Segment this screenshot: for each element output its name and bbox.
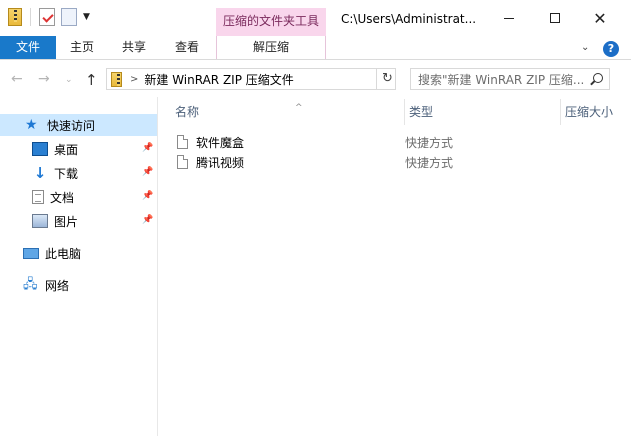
nav-item-label: 桌面 — [54, 142, 79, 157]
help-icon[interactable]: ? — [603, 41, 619, 57]
file-name: 腾讯视频 — [196, 155, 245, 170]
computer-icon — [23, 247, 39, 259]
toolbar-separator — [30, 8, 31, 26]
navigation-bar: ← → ⌄ ↑ > 新建 WinRAR ZIP 压缩文件 ↻ 搜索"新建 Win… — [0, 61, 631, 97]
search-input[interactable]: 搜索"新建 WinRAR ZIP 压缩... — [418, 71, 588, 88]
nav-item-documents[interactable]: 文档 📌 — [0, 186, 157, 208]
pin-icon[interactable]: 📌 — [142, 191, 153, 201]
list-item[interactable]: 腾讯视频 快捷方式 — [177, 152, 617, 172]
search-icon[interactable] — [593, 73, 603, 83]
nav-item-quick-access[interactable]: ★ 快速访问 — [0, 114, 157, 136]
address-bar[interactable]: > 新建 WinRAR ZIP 压缩文件 — [106, 68, 396, 90]
nav-item-network[interactable]: 🖧 网络 — [0, 274, 157, 296]
shortcut-file-icon — [177, 135, 188, 149]
contextual-tab-group-title: 压缩的文件夹工具 — [216, 8, 326, 36]
document-icon — [32, 190, 44, 204]
download-arrow-icon: ↓ — [33, 164, 47, 182]
column-header-label: 名称 — [175, 105, 200, 119]
maximize-icon — [550, 13, 560, 23]
nav-item-label: 图片 — [54, 214, 79, 229]
nav-item-label: 此电脑 — [45, 246, 82, 261]
column-header-compressed-size[interactable]: 压缩大小 — [560, 99, 631, 125]
breadcrumb-chevron-icon[interactable]: > — [130, 74, 138, 85]
customize-toolbar-chevron-icon[interactable]: ▼ — [83, 12, 90, 22]
minimize-button[interactable] — [494, 6, 524, 30]
maximize-button[interactable] — [540, 6, 570, 30]
back-arrow-icon[interactable]: ← — [11, 71, 23, 87]
tab-share[interactable]: 共享 — [112, 36, 156, 59]
ribbon-tabs: 文件 主页 共享 查看 解压缩 — [0, 36, 631, 60]
nav-item-desktop[interactable]: 桌面 📌 — [0, 138, 157, 160]
pin-icon[interactable]: 📌 — [142, 215, 153, 225]
pin-icon[interactable]: 📌 — [142, 143, 153, 153]
file-type: 快捷方式 — [405, 135, 454, 150]
expand-ribbon-chevron-icon[interactable]: ⌄ — [581, 42, 589, 53]
nav-item-label: 文档 — [50, 190, 75, 205]
pin-icon[interactable]: 📌 — [142, 167, 153, 177]
list-item[interactable]: 软件魔盒 快捷方式 — [177, 132, 617, 152]
recent-locations-chevron-icon[interactable]: ⌄ — [65, 75, 73, 85]
nav-item-downloads[interactable]: ↓ 下载 📌 — [0, 162, 157, 184]
new-folder-icon[interactable] — [61, 8, 77, 26]
nav-item-label: 快速访问 — [47, 118, 96, 133]
title-bar: ▼ 压缩的文件夹工具 C:\Users\Administrat... ✕ — [0, 0, 631, 36]
winrar-zip-icon[interactable] — [8, 8, 22, 26]
tab-view[interactable]: 查看 — [165, 36, 209, 59]
star-icon: ★ — [25, 117, 38, 133]
forward-arrow-icon[interactable]: → — [38, 71, 50, 87]
close-button[interactable]: ✕ — [585, 6, 615, 30]
desktop-icon — [32, 142, 48, 156]
tab-extract[interactable]: 解压缩 — [216, 36, 326, 59]
refresh-button[interactable]: ↻ — [376, 68, 398, 90]
column-header-name[interactable]: ^ 名称 — [175, 99, 398, 125]
close-icon: ✕ — [593, 8, 607, 28]
breadcrumb-current[interactable]: 新建 WinRAR ZIP 压缩文件 — [144, 71, 293, 88]
up-arrow-icon[interactable]: ↑ — [85, 71, 98, 89]
quick-access-toolbar: ▼ — [8, 8, 90, 26]
file-list: ^ 名称 类型 压缩大小 软件魔盒 快捷方式 腾讯视频 快捷方式 — [159, 97, 631, 436]
network-icon: 🖧 — [23, 277, 38, 292]
properties-icon[interactable] — [39, 8, 55, 26]
file-type: 快捷方式 — [405, 155, 454, 170]
refresh-icon: ↻ — [382, 71, 393, 86]
navigation-pane: ★ 快速访问 桌面 📌 ↓ 下载 📌 文档 📌 图片 📌 此电脑 🖧 网络 — [0, 97, 158, 436]
tab-file[interactable]: 文件 — [0, 36, 56, 59]
window-title: C:\Users\Administrat... — [341, 12, 477, 26]
zip-folder-icon — [111, 71, 122, 87]
sort-ascending-icon: ^ — [295, 103, 303, 113]
search-box[interactable]: 搜索"新建 WinRAR ZIP 压缩... — [410, 68, 610, 90]
tab-home[interactable]: 主页 — [60, 36, 104, 59]
nav-item-pictures[interactable]: 图片 📌 — [0, 210, 157, 232]
pictures-icon — [32, 214, 48, 228]
column-header-type[interactable]: 类型 — [404, 99, 559, 125]
nav-item-this-pc[interactable]: 此电脑 — [0, 242, 157, 264]
nav-item-label: 下载 — [54, 166, 79, 181]
file-name: 软件魔盒 — [196, 135, 245, 150]
minimize-icon — [504, 17, 514, 19]
shortcut-file-icon — [177, 155, 188, 169]
nav-item-label: 网络 — [45, 278, 70, 293]
